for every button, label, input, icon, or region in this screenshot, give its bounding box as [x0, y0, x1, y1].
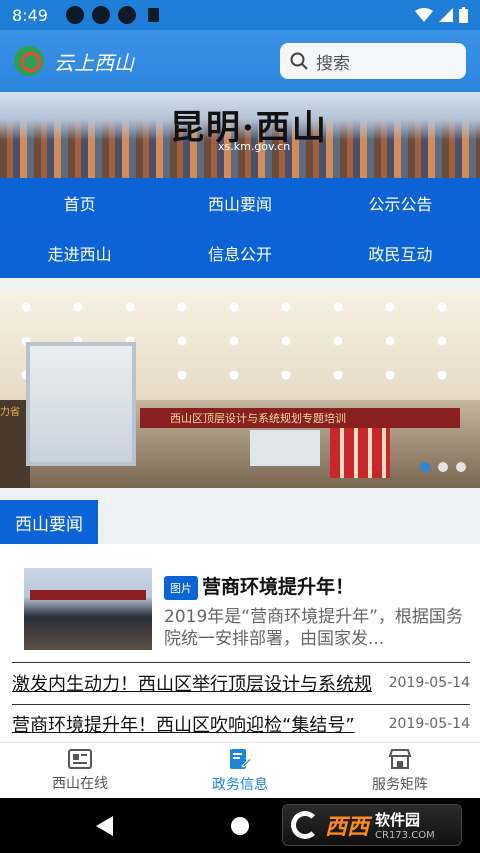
featured-news-thumbnail[interactable]: [24, 568, 152, 650]
document-edit-icon: [230, 748, 252, 769]
news-date: 2019-05-14: [388, 674, 470, 691]
store-icon: [388, 748, 412, 769]
watermark-brand: 西西: [325, 814, 370, 840]
projector-screen: [26, 342, 136, 466]
carousel-wall-text: 力省: [0, 407, 20, 418]
tab-xishan-online[interactable]: 西山在线: [0, 743, 160, 798]
tab-government-info[interactable]: 政务信息: [160, 743, 320, 798]
sd-card-icon: [147, 8, 159, 22]
nav-item-interaction[interactable]: 政民互动: [320, 228, 480, 278]
watermark-name: 软件园: [375, 811, 421, 829]
tab-label: 服务矩阵: [372, 776, 428, 793]
battery-icon: [459, 7, 468, 23]
carousel-dot[interactable]: [438, 462, 448, 472]
watermark: 西西 软件园 CR173.COM: [282, 804, 462, 846]
status-bar: 8:49: [0, 0, 480, 30]
back-icon[interactable]: [96, 816, 113, 836]
section-header: 西山要闻: [0, 500, 480, 544]
search-placeholder: 搜索: [316, 53, 350, 74]
image-badge: 图片: [164, 576, 198, 600]
tab-label: 西山在线: [52, 775, 108, 792]
nav-item-notices[interactable]: 公示公告: [320, 178, 480, 228]
news-title[interactable]: 激发内生动力！西山区举行顶层设计与系统规: [12, 670, 379, 696]
banner-url: xs.km.gov.cn: [218, 140, 291, 153]
image-carousel[interactable]: 力省 西山区顶层设计与系统规划专题培训: [0, 290, 480, 488]
carousel-dot[interactable]: [420, 462, 430, 472]
carousel-banner-text: 西山区顶层设计与系统规划专题培训: [140, 408, 460, 428]
tab-label: 政务信息: [212, 776, 268, 793]
search-input[interactable]: 搜索: [280, 43, 466, 79]
notification-icon: [91, 6, 110, 24]
notification-icon: [117, 6, 136, 24]
app-header: 云上西山 搜索: [0, 30, 480, 92]
watermark-domain: CR173.COM: [375, 830, 435, 841]
bottom-tab-bar: 西山在线 政务信息 服务矩阵: [0, 742, 480, 798]
list-item[interactable]: 营商环境提升年！西山区吹响迎检“集结号” 2019-05-14: [12, 704, 470, 742]
list-item[interactable]: 激发内生动力！西山区举行顶层设计与系统规 2019-05-14: [12, 662, 470, 702]
notification-icon: [65, 6, 84, 24]
wifi-icon: [415, 8, 433, 22]
signal-icon: [439, 8, 453, 22]
nav-item-home[interactable]: 首页: [0, 178, 160, 228]
featured-news[interactable]: 图片 营商环境提升年！ 2019年是“营商环境提升年”，根据国务院统一安排部署，…: [24, 566, 470, 652]
city-banner: 昆明·西山 xs.km.gov.cn: [0, 92, 480, 178]
news-date: 2019-05-14: [388, 715, 470, 732]
status-time: 8:49: [12, 5, 48, 25]
watermark-logo-icon: [291, 811, 319, 839]
nav-item-disclosure[interactable]: 信息公开: [160, 228, 320, 278]
newspaper-icon: [68, 748, 92, 769]
featured-news-title[interactable]: 营商环境提升年！: [202, 572, 354, 599]
logo-icon: [14, 46, 44, 76]
nav-item-about[interactable]: 走进西山: [0, 228, 160, 278]
section-title[interactable]: 西山要闻: [0, 500, 98, 544]
app-logo-text: 云上西山: [54, 50, 134, 75]
search-icon: [290, 52, 308, 70]
carousel-dot[interactable]: [456, 462, 466, 472]
nav-item-news[interactable]: 西山要闻: [160, 178, 320, 228]
home-icon[interactable]: [231, 817, 249, 835]
system-navigation-bar: 西西 软件园 CR173.COM: [0, 798, 480, 853]
tab-service-matrix[interactable]: 服务矩阵: [320, 743, 480, 798]
featured-news-summary: 2019年是“营商环境提升年”，根据国务院统一安排部署，由国家发...: [164, 607, 463, 649]
carousel-indicator: [420, 462, 466, 472]
flags: [330, 428, 390, 478]
main-nav: 首页 西山要闻 公示公告 走进西山 信息公开 政民互动: [0, 178, 480, 278]
news-title[interactable]: 营商环境提升年！西山区吹响迎检“集结号”: [12, 711, 379, 737]
